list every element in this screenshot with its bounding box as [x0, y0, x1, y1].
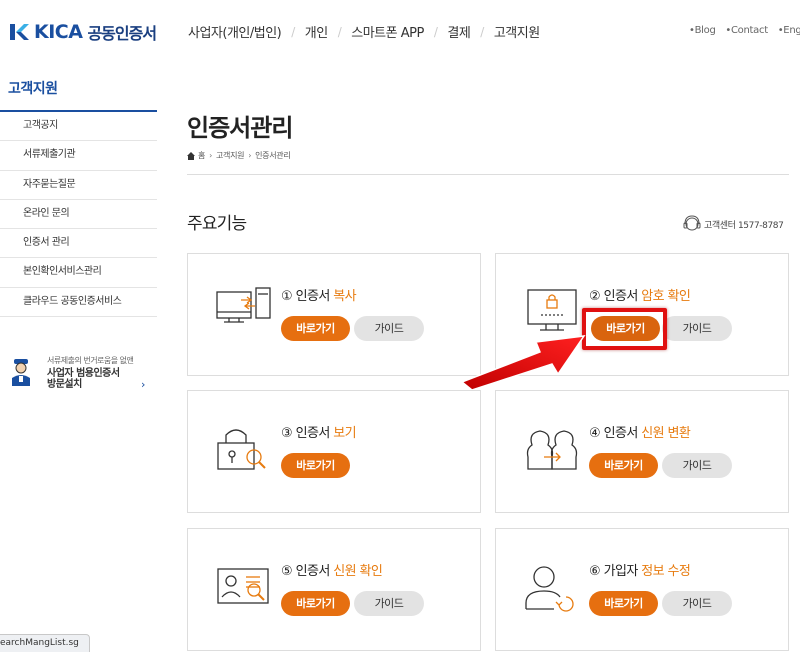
sidebar-item-submission-orgs[interactable]: 서류제출기관 — [0, 141, 157, 171]
card-number: ⑤ — [281, 564, 293, 579]
nav-item-support[interactable]: 고객지원 — [494, 22, 540, 41]
banner-line-2: 방문설치 — [47, 379, 82, 390]
kica-logo-mark-icon — [8, 21, 30, 43]
sidebar-item-faq[interactable]: 자주묻는질문 — [0, 171, 157, 200]
feature-card-view: ③ 인증서 보기 바로가기 — [187, 390, 481, 513]
util-link-blog[interactable]: •Blog — [689, 25, 716, 36]
nav-item-business[interactable]: 사업자(개인/법인) — [188, 22, 282, 41]
breadcrumb-home[interactable]: 홈 — [198, 150, 205, 161]
card-highlight: 암호 확인 — [641, 289, 691, 304]
nav-separator: / — [433, 24, 438, 39]
breadcrumb-separator: › — [248, 151, 252, 160]
kica-logo[interactable]: KICA 공동인증서 — [8, 20, 157, 44]
guide-button-password-check[interactable]: 가이드 — [662, 316, 732, 341]
logo-kica-text: KICA — [34, 21, 83, 43]
nav-separator: / — [480, 24, 484, 39]
edit-info-icon — [522, 559, 582, 619]
logo-sub-text: 공동인증서 — [87, 24, 157, 43]
card-highlight: 신원 확인 — [333, 564, 383, 579]
page-title: 인증서관리 — [187, 114, 293, 142]
guide-button-identity-convert[interactable]: 가이드 — [662, 453, 732, 478]
card-title: ⑥ 가입자 정보 수정 — [589, 560, 691, 579]
status-bar-url: earchMangList.sg — [0, 634, 90, 652]
card-highlight: 복사 — [333, 289, 356, 304]
card-number: ④ — [589, 426, 601, 441]
banner-line-1: 사업자 범용인증서 — [47, 368, 120, 379]
nav-item-payment[interactable]: 결제 — [447, 22, 470, 41]
nav-item-personal[interactable]: 개인 — [305, 22, 328, 41]
sidebar-menu: 고객공지 서류제출기관 자주묻는질문 온라인 문의 인증서 관리 본인확인서비스… — [0, 112, 157, 318]
go-button-copy[interactable]: 바로가기 — [281, 316, 350, 341]
nav-separator: / — [291, 24, 295, 39]
customer-center-text: 고객센터 1577-8787 — [704, 220, 784, 231]
feature-card-copy: ① 인증서 복사 바로가기 가이드 — [187, 253, 481, 376]
go-button-identity-verify[interactable]: 바로가기 — [281, 591, 350, 616]
main-nav: 사업자(개인/법인) / 개인 / 스마트폰 APP / 결제 / 고객지원 — [188, 22, 540, 42]
card-title: ⑤ 인증서 신원 확인 — [281, 560, 383, 579]
nav-separator: / — [337, 24, 342, 39]
nav-item-smartphone-app[interactable]: 스마트폰 APP — [351, 22, 424, 41]
card-number: ③ — [281, 426, 293, 441]
sidebar-item-online-inquiry[interactable]: 온라인 문의 — [0, 200, 157, 230]
card-title: ① 인증서 복사 — [281, 285, 357, 304]
sidebar-item-notice[interactable]: 고객공지 — [0, 112, 157, 142]
breadcrumb: 홈 › 고객지원 › 인증서관리 — [187, 150, 291, 161]
service-person-icon — [10, 358, 32, 388]
card-prefix: 인증서 — [295, 564, 334, 579]
sidebar-title: 고객지원 — [8, 81, 58, 97]
feature-card-edit-info: ⑥ 가입자 정보 수정 바로가기 가이드 — [495, 528, 789, 651]
copy-cert-icon — [214, 284, 274, 344]
card-prefix: 인증서 — [295, 426, 334, 441]
guide-button-copy[interactable]: 가이드 — [354, 316, 424, 341]
go-button-edit-info[interactable]: 바로가기 — [589, 591, 658, 616]
feature-card-identity-convert: ④ 인증서 신원 변환 바로가기 가이드 — [495, 390, 789, 513]
card-number: ② — [589, 289, 601, 304]
card-highlight: 보기 — [333, 426, 356, 441]
breadcrumb-support[interactable]: 고객지원 — [216, 150, 245, 161]
home-icon[interactable] — [187, 151, 195, 160]
card-title: ② 인증서 암호 확인 — [589, 285, 691, 304]
identity-convert-icon — [522, 421, 582, 481]
annotation-arrow-icon — [460, 335, 586, 390]
identity-verify-icon — [214, 559, 274, 619]
utility-links: •Blog •Contact •English — [689, 25, 800, 36]
card-prefix: 인증서 — [295, 289, 334, 304]
sidebar-item-identity-service[interactable]: 본인확인서비스관리 — [0, 258, 157, 288]
card-title: ④ 인증서 신원 변환 — [589, 422, 691, 441]
chevron-right-icon: › — [141, 378, 146, 391]
util-link-english[interactable]: •English — [778, 25, 800, 36]
banner-headline: 사업자 범용인증서 방문설치 — [47, 368, 120, 390]
banner-caption: 서류제출의 번거로움을 없앤 — [47, 356, 134, 365]
card-prefix: 가입자 — [603, 564, 642, 579]
go-button-view[interactable]: 바로가기 — [281, 453, 350, 478]
sidebar-item-cert-management[interactable]: 인증서 관리 — [0, 229, 157, 259]
go-button-identity-convert[interactable]: 바로가기 — [589, 453, 658, 478]
view-cert-icon — [214, 421, 274, 481]
card-highlight: 정보 수정 — [641, 564, 691, 579]
card-prefix: 인증서 — [603, 426, 642, 441]
card-highlight: 신원 변환 — [641, 426, 691, 441]
card-number: ① — [281, 289, 293, 304]
card-number: ⑥ — [589, 564, 601, 579]
title-divider — [187, 174, 789, 175]
guide-button-edit-info[interactable]: 가이드 — [662, 591, 732, 616]
breadcrumb-separator: › — [209, 151, 212, 160]
card-prefix: 인증서 — [603, 289, 642, 304]
sidebar-item-cloud-cert[interactable]: 클라우드 공동인증서비스 — [0, 288, 157, 318]
section-title: 주요기능 — [187, 214, 247, 234]
feature-card-identity-verify: ⑤ 인증서 신원 확인 바로가기 가이드 — [187, 528, 481, 651]
visit-install-banner[interactable]: 서류제출의 번거로움을 없앤 사업자 범용인증서 방문설치 › — [10, 352, 157, 396]
headset-icon — [682, 214, 702, 234]
card-title: ③ 인증서 보기 — [281, 422, 357, 441]
customer-center: 고객센터 1577-8787 — [682, 214, 784, 234]
guide-button-identity-verify[interactable]: 가이드 — [354, 591, 424, 616]
breadcrumb-current: 인증서관리 — [255, 151, 291, 160]
header: KICA 공동인증서 사업자(개인/법인) / 개인 / 스마트폰 APP / … — [0, 0, 800, 64]
util-link-contact[interactable]: •Contact — [725, 25, 768, 36]
